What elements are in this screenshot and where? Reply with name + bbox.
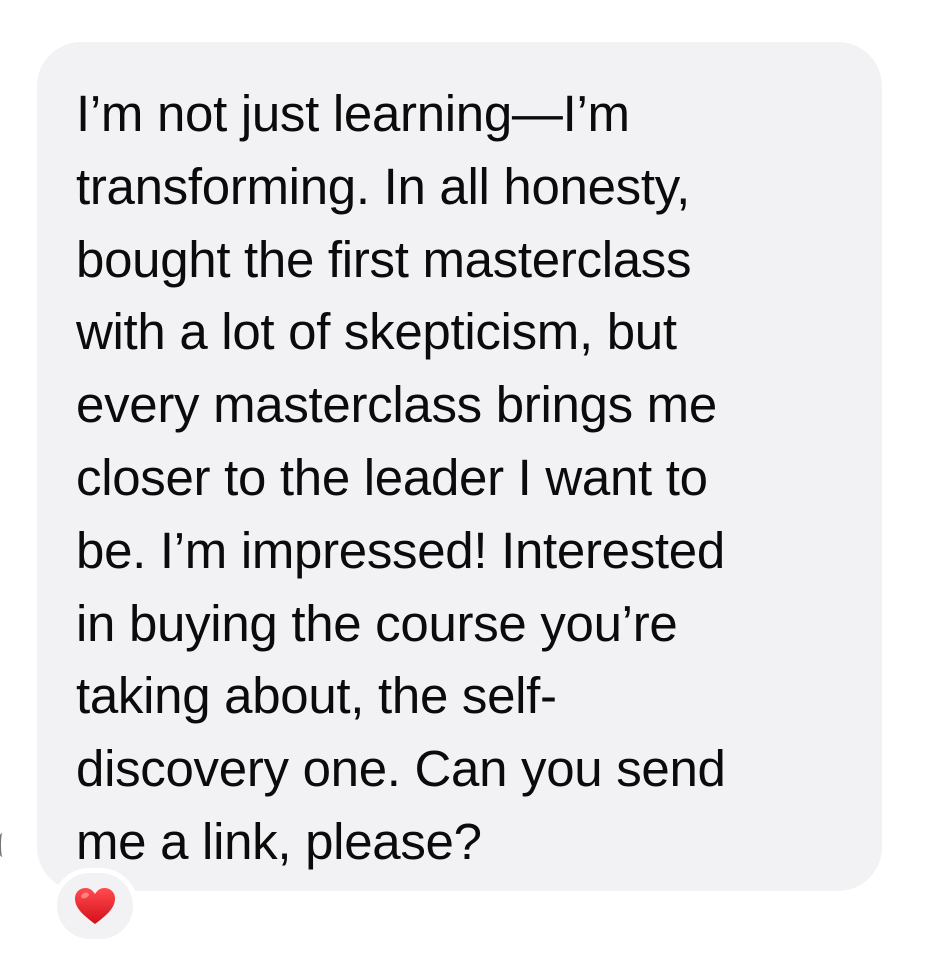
- heart-icon: [75, 888, 115, 924]
- message-line: transforming. In all honesty,: [76, 157, 690, 215]
- message-line: discovery one. Can you send: [76, 740, 726, 798]
- message-line: with a lot of skepticism, but: [76, 303, 677, 361]
- message-line: bought the first masterclass: [76, 230, 692, 288]
- message-line: be. I’m impressed! Interested: [76, 521, 725, 579]
- message-bubble[interactable]: I’m not just learning—I’m transforming. …: [37, 42, 882, 891]
- message-line: taking about, the self-: [76, 667, 557, 725]
- message-line: I’m not just learning—I’m: [76, 85, 630, 142]
- bubble-edge-mark: [0, 833, 7, 857]
- message-line: closer to the leader I want to: [76, 448, 708, 506]
- message-line: in buying the course you’re: [76, 594, 678, 652]
- message-line: me a link, please?: [76, 812, 482, 870]
- reaction-badge[interactable]: [52, 868, 138, 944]
- message-line: every masterclass brings me: [76, 376, 717, 434]
